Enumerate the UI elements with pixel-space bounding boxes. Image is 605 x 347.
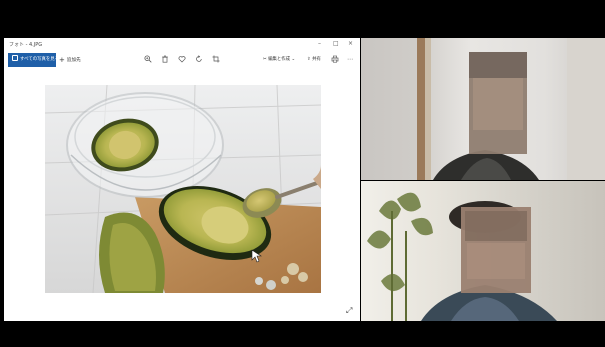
- delete-icon[interactable]: [160, 55, 170, 65]
- photos-icon: [12, 55, 18, 61]
- add-to-label: 追加先: [66, 58, 81, 63]
- displayed-photo: [45, 85, 321, 293]
- top-letterbox: [0, 0, 605, 38]
- all-photos-label: すべての写真を見る: [20, 57, 60, 62]
- title-bar: フォト - 4.JPG – □ ×: [4, 38, 360, 51]
- close-button[interactable]: ×: [348, 40, 353, 48]
- photos-app-window: フォト - 4.JPG – □ × すべての写真を見る + 追加先 ✂ 編集と作成: [4, 38, 360, 321]
- edit-and-create-label: 編集と作成: [268, 57, 291, 62]
- maximize-button[interactable]: □: [333, 40, 339, 48]
- toolbar: すべての写真を見る + 追加先 ✂ 編集と作成 ⌄ ⇪ 共有 ⋯: [4, 52, 360, 68]
- favorite-icon[interactable]: [177, 55, 187, 65]
- share-button[interactable]: ⇪ 共有: [307, 53, 321, 67]
- zoom-icon[interactable]: [143, 55, 153, 65]
- window-title: フォト - 4.JPG: [9, 42, 43, 48]
- chevron-down-icon: ⌄: [291, 57, 296, 62]
- edit-and-create-button[interactable]: ✂ 編集と作成 ⌄: [263, 53, 295, 67]
- share-label: 共有: [312, 57, 321, 62]
- add-to-button[interactable]: + 追加先: [59, 53, 81, 67]
- bottom-letterbox: [0, 321, 605, 347]
- more-icon[interactable]: ⋯: [345, 55, 355, 65]
- minimize-button[interactable]: –: [318, 40, 321, 48]
- video-tile-participant-2: [361, 181, 605, 321]
- plus-icon: +: [59, 56, 65, 64]
- print-icon[interactable]: [330, 55, 340, 65]
- all-photos-button[interactable]: すべての写真を見る: [8, 53, 60, 67]
- rotate-icon[interactable]: [194, 55, 204, 65]
- share-icon: ⇪: [307, 57, 311, 62]
- edit-icon: ✂: [263, 57, 267, 62]
- expand-icon[interactable]: ⤢: [346, 306, 352, 316]
- crop-icon[interactable]: [211, 55, 221, 65]
- video-tile-participant-1: [361, 38, 605, 180]
